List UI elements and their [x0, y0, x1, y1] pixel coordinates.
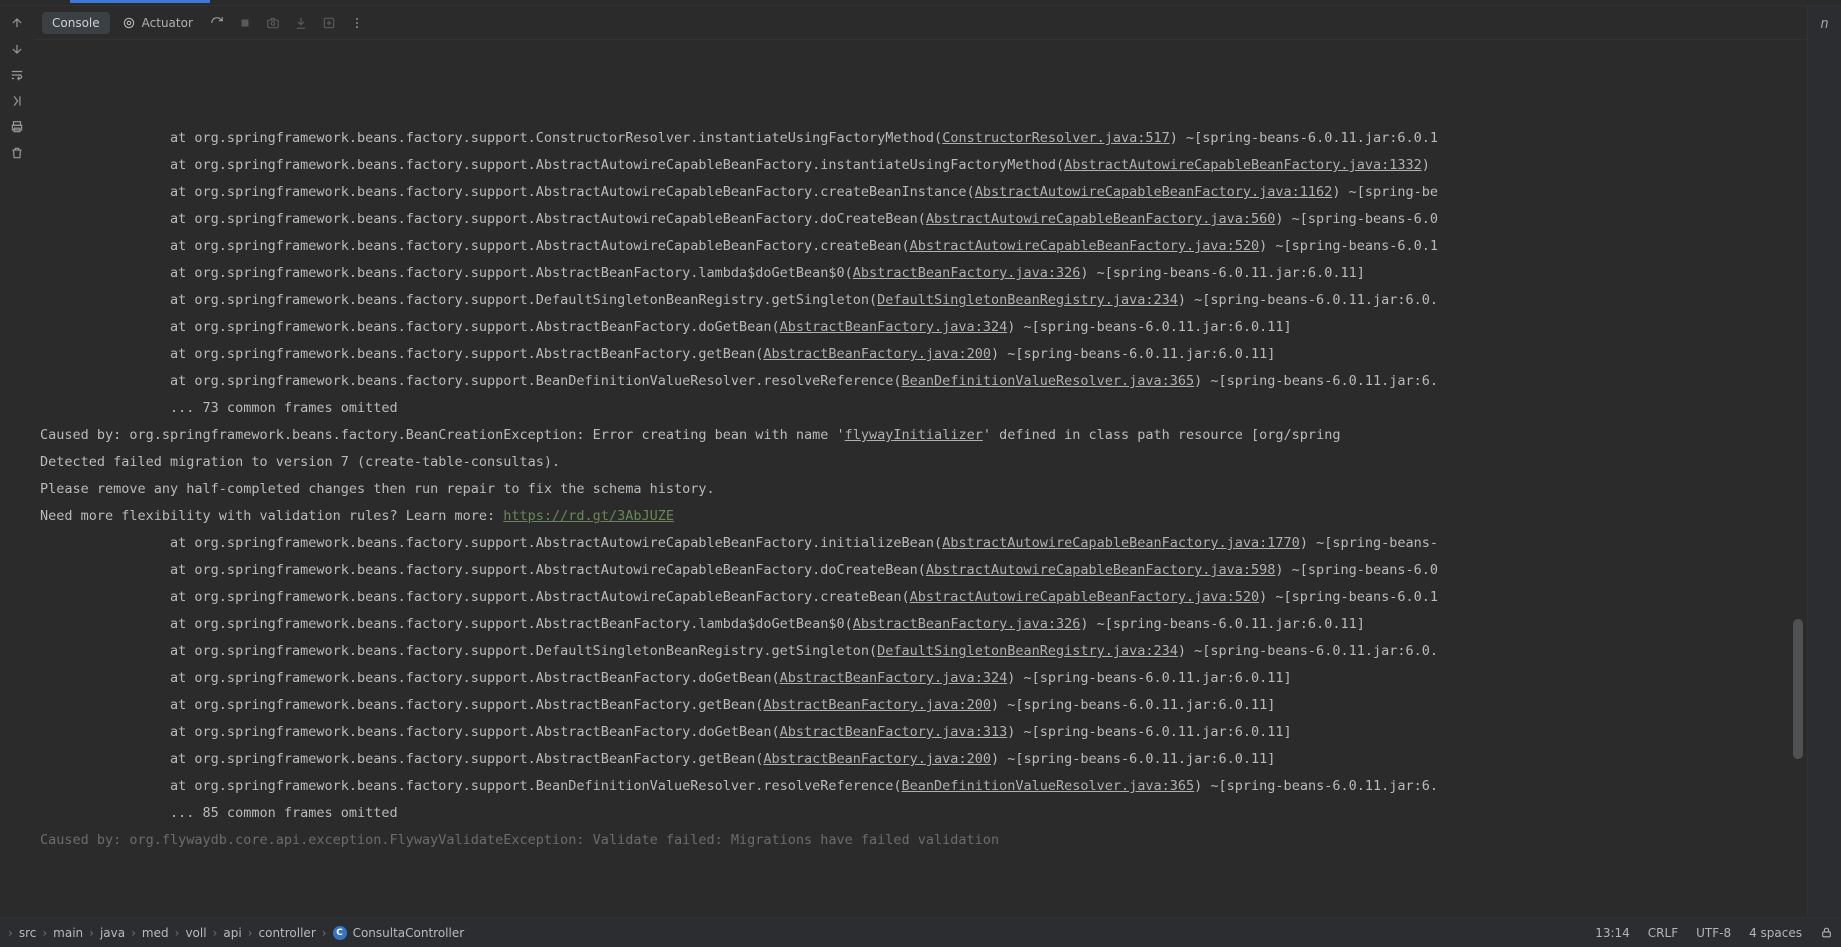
console-left-gutter — [0, 6, 34, 917]
actuator-tab[interactable]: Actuator — [114, 12, 201, 34]
console-line: at org.springframework.beans.factory.sup… — [40, 557, 1801, 584]
console-line: at org.springframework.beans.factory.sup… — [40, 530, 1801, 557]
breadcrumb-segment[interactable]: controller — [259, 926, 316, 940]
active-tab-indicator — [70, 0, 210, 3]
stacktrace-link[interactable]: AbstractBeanFactory.java:326 — [853, 265, 1081, 281]
console-tab[interactable]: Console — [42, 12, 110, 34]
notifications-icon[interactable]: n — [1820, 16, 1828, 32]
download-icon[interactable] — [289, 11, 313, 35]
console-output[interactable]: at org.springframework.beans.factory.sup… — [34, 40, 1807, 917]
stacktrace-link[interactable]: AbstractAutowireCapableBeanFactory.java:… — [1064, 157, 1422, 173]
console-line: at org.springframework.beans.factory.sup… — [40, 665, 1801, 692]
status-time: 13:14 — [1595, 926, 1630, 940]
stacktrace-link[interactable]: AbstractBeanFactory.java:326 — [853, 616, 1081, 632]
stacktrace-link[interactable]: https://rd.gt/3AbJUZE — [503, 508, 674, 524]
stacktrace-link[interactable]: flywayInitializer — [845, 427, 983, 443]
breadcrumb-path[interactable]: ›src›main›java›med›voll›api›controller›C… — [8, 926, 464, 940]
console-line: Caused by: org.springframework.beans.fac… — [40, 422, 1801, 449]
class-icon: C — [333, 926, 347, 940]
console-line: at org.springframework.beans.factory.sup… — [40, 611, 1801, 638]
stacktrace-link[interactable]: ConstructorResolver.java:517 — [942, 130, 1170, 146]
stacktrace-link[interactable]: AbstractBeanFactory.java:313 — [780, 724, 1008, 740]
console-line: at org.springframework.beans.factory.sup… — [40, 206, 1801, 233]
breadcrumb-segment[interactable]: main — [53, 926, 83, 940]
console-line: at org.springframework.beans.factory.sup… — [40, 368, 1801, 395]
console-line: at org.springframework.beans.factory.sup… — [40, 314, 1801, 341]
breadcrumb-segment[interactable]: ConsultaController — [353, 926, 465, 940]
stacktrace-link[interactable]: AbstractAutowireCapableBeanFactory.java:… — [926, 211, 1276, 227]
console-line: at org.springframework.beans.factory.sup… — [40, 179, 1801, 206]
console-line: Caused by: org.flywaydb.core.api.excepti… — [40, 827, 1801, 854]
softwrap-icon[interactable] — [8, 66, 26, 84]
stop-icon — [233, 11, 257, 35]
stacktrace-link[interactable]: BeanDefinitionValueResolver.java:365 — [902, 373, 1195, 389]
console-line: at org.springframework.beans.factory.sup… — [40, 719, 1801, 746]
console-line: Need more flexibility with validation ru… — [40, 503, 1801, 530]
stacktrace-link[interactable]: AbstractAutowireCapableBeanFactory.java:… — [975, 184, 1333, 200]
more-icon[interactable] — [345, 11, 369, 35]
console-line: ... 73 common frames omitted — [40, 395, 1801, 422]
console-line: at org.springframework.beans.factory.sup… — [40, 260, 1801, 287]
arrow-down-icon[interactable] — [8, 40, 26, 58]
stacktrace-link[interactable]: AbstractAutowireCapableBeanFactory.java:… — [910, 238, 1260, 254]
stacktrace-link[interactable]: BeanDefinitionValueResolver.java:365 — [902, 778, 1195, 794]
right-tool-strip: n — [1807, 6, 1841, 917]
export-icon[interactable] — [317, 11, 341, 35]
console-line: at org.springframework.beans.factory.sup… — [40, 125, 1801, 152]
console-line: Detected failed migration to version 7 (… — [40, 449, 1801, 476]
console-line: Please remove any half-completed changes… — [40, 476, 1801, 503]
arrow-up-icon[interactable] — [8, 14, 26, 32]
console-line: at org.springframework.beans.factory.sup… — [40, 584, 1801, 611]
console-line: ... 85 common frames omitted — [40, 800, 1801, 827]
breadcrumb-bar: ›src›main›java›med›voll›api›controller›C… — [0, 917, 1841, 947]
rerun-icon[interactable] — [205, 11, 229, 35]
stacktrace-link[interactable]: AbstractBeanFactory.java:200 — [763, 751, 991, 767]
console-line: at org.springframework.beans.factory.sup… — [40, 233, 1801, 260]
breadcrumb-segment[interactable]: voll — [185, 926, 206, 940]
scrollbar[interactable] — [1793, 40, 1803, 917]
stacktrace-link[interactable]: AbstractBeanFactory.java:324 — [780, 670, 1008, 686]
stacktrace-link[interactable]: AbstractBeanFactory.java:200 — [763, 346, 991, 362]
readonly-lock-icon[interactable] — [1820, 926, 1833, 939]
status-indent[interactable]: 4 spaces — [1749, 926, 1802, 940]
status-encoding[interactable]: UTF-8 — [1696, 926, 1731, 940]
console-line: at org.springframework.beans.factory.sup… — [40, 341, 1801, 368]
trash-icon[interactable] — [8, 144, 26, 162]
stacktrace-link[interactable]: AbstractBeanFactory.java:200 — [763, 697, 991, 713]
tab-strip — [0, 0, 1841, 6]
scroll-to-end-icon[interactable] — [8, 92, 26, 110]
console-line: at org.springframework.beans.factory.sup… — [40, 746, 1801, 773]
status-line-ending[interactable]: CRLF — [1648, 926, 1678, 940]
actuator-icon — [122, 16, 136, 30]
stacktrace-link[interactable]: AbstractBeanFactory.java:324 — [780, 319, 1008, 335]
stacktrace-link[interactable]: DefaultSingletonBeanRegistry.java:234 — [877, 292, 1178, 308]
breadcrumb-segment[interactable]: med — [142, 926, 169, 940]
stacktrace-link[interactable]: AbstractAutowireCapableBeanFactory.java:… — [942, 535, 1300, 551]
breadcrumb-segment[interactable]: src — [19, 926, 37, 940]
console-line: at org.springframework.beans.factory.sup… — [40, 692, 1801, 719]
scroll-thumb[interactable] — [1793, 619, 1803, 759]
console-line: at org.springframework.beans.factory.sup… — [40, 773, 1801, 800]
breadcrumb-segment[interactable]: java — [100, 926, 125, 940]
print-icon[interactable] — [8, 118, 26, 136]
stacktrace-link[interactable]: AbstractAutowireCapableBeanFactory.java:… — [910, 589, 1260, 605]
console-line: at org.springframework.beans.factory.sup… — [40, 287, 1801, 314]
status-bar: 13:14 CRLF UTF-8 4 spaces — [1595, 926, 1833, 940]
console-line: at org.springframework.beans.factory.sup… — [40, 152, 1801, 179]
camera-icon[interactable] — [261, 11, 285, 35]
console-line: at org.springframework.beans.factory.sup… — [40, 638, 1801, 665]
stacktrace-link[interactable]: AbstractAutowireCapableBeanFactory.java:… — [926, 562, 1276, 578]
console-toolbar: Console Actuator — [34, 6, 1807, 40]
breadcrumb-segment[interactable]: api — [223, 926, 241, 940]
stacktrace-link[interactable]: DefaultSingletonBeanRegistry.java:234 — [877, 643, 1178, 659]
